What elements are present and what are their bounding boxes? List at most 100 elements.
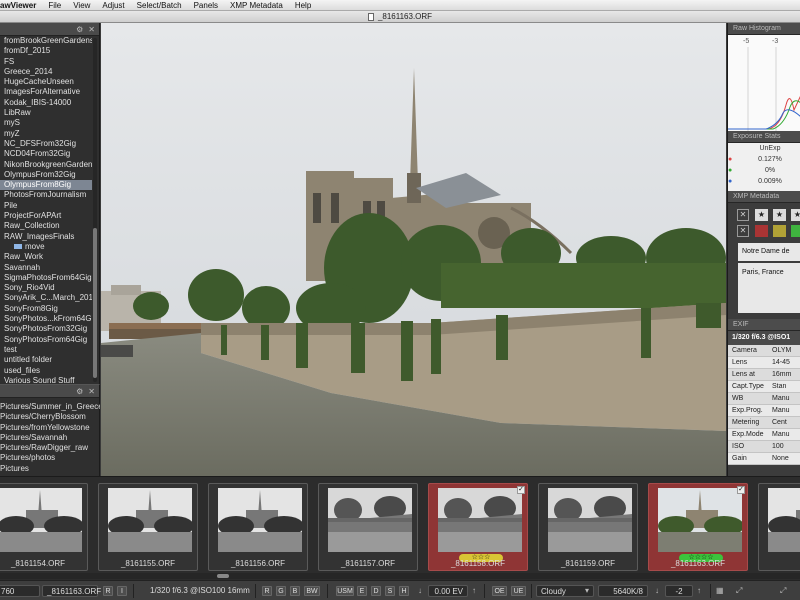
filmstrip-frame[interactable]: _8161159.ORF (538, 483, 638, 571)
recent-folder-item[interactable]: Pictures/fromYellowstone (0, 423, 100, 433)
xmp-title-field[interactable]: Notre Dame de (738, 243, 800, 261)
folder-item[interactable]: OlympusFrom8Gig (0, 180, 92, 191)
menu-file[interactable]: File (42, 1, 67, 10)
star-button[interactable]: ★ (773, 209, 786, 221)
folder-item[interactable]: SonyFrom8Gig (0, 304, 92, 314)
filmstrip-frame[interactable]: _8161156.ORF (208, 483, 308, 571)
underexposure-button[interactable]: UE (511, 586, 526, 596)
folder-scrollbar[interactable] (93, 38, 97, 382)
folder-item[interactable]: fromDf_2015 (0, 46, 92, 56)
folder-item[interactable]: NikonBrookgreenGardens (0, 160, 92, 170)
menu-view[interactable]: View (67, 1, 96, 10)
folder-item[interactable]: RAW_ImagesFinals (0, 232, 92, 242)
folder-item[interactable]: Raw_Collection (0, 221, 92, 231)
folder-item[interactable]: Savannah (0, 263, 92, 273)
menu-xmp-metadata[interactable]: XMP Metadata (224, 1, 289, 10)
tint-field[interactable]: -2 (665, 585, 693, 597)
zoom-icon[interactable]: ⤢ (780, 585, 786, 597)
folder-item[interactable]: myZ (0, 129, 92, 139)
menu-select-batch[interactable]: Select/Batch (131, 1, 188, 10)
folder-item[interactable]: test (0, 345, 92, 355)
folder-item[interactable]: NCD04From32Gig (0, 149, 92, 159)
recent-folder-item[interactable]: Pictures/RawDigger_raw (0, 443, 100, 453)
label-red-button[interactable] (755, 225, 768, 237)
label-green-button[interactable] (791, 225, 800, 237)
mode-s-button[interactable]: S (385, 586, 395, 596)
mode-d-button[interactable]: D (371, 586, 381, 596)
folder-item[interactable]: SigmaPhotosFrom64Gig (0, 273, 92, 283)
folder-item[interactable]: Various Sound Stuff (0, 376, 92, 384)
ev-field[interactable]: 0.00 EV (428, 585, 468, 597)
menu-panels[interactable]: Panels (188, 1, 224, 10)
menu-adjust[interactable]: Adjust (96, 1, 130, 10)
folder-item[interactable]: OlympusFrom32Gig (0, 170, 92, 180)
grid-icon[interactable]: ▦ (716, 585, 724, 597)
temperature-field[interactable]: 5640K/8 (598, 585, 648, 597)
mode-e-button[interactable]: E (357, 586, 367, 596)
channel-bw-button[interactable]: BW (304, 586, 320, 596)
close-icon[interactable]: ✕ (88, 25, 95, 34)
folder-item[interactable]: fromBrookGreenGardens (0, 36, 92, 46)
app-menu[interactable]: awViewer (0, 1, 42, 10)
folder-item[interactable]: HugeCacheUnseen (0, 77, 92, 87)
ev-down-arrow-icon[interactable]: ↓ (418, 585, 422, 597)
folder-item[interactable]: myS (0, 118, 92, 128)
filmstrip-frame[interactable]: _8161155.ORF (98, 483, 198, 571)
filmstrip-frame[interactable]: _8161154.ORF (0, 483, 88, 571)
folder-item[interactable]: Greece_2014 (0, 67, 92, 77)
scrollbar-thumb[interactable] (217, 574, 229, 578)
tint-down-arrow-icon[interactable]: ↓ (655, 585, 659, 597)
reject-button[interactable]: ✕ (737, 209, 749, 221)
folder-item[interactable]: ProjectForAPArt (0, 211, 92, 221)
tint-up-arrow-icon[interactable]: ↑ (697, 585, 701, 597)
clear-label-button[interactable]: ✕ (737, 225, 749, 237)
folder-item[interactable]: SonyPhotosFrom64Gig (0, 335, 92, 345)
folder-item[interactable]: used_files (0, 366, 92, 376)
checkmark-icon[interactable]: ✓ (737, 486, 745, 494)
filmstrip-frame[interactable]: ☆☆☆ ✓ _8161158.ORF (428, 483, 528, 571)
rotate-button[interactable]: R (103, 586, 113, 596)
channel-g-button[interactable]: G (276, 586, 286, 596)
usm-button[interactable]: USM (336, 586, 354, 596)
filmstrip-frame[interactable]: _8161157.ORF (318, 483, 418, 571)
recent-folder-item[interactable]: Pictures (0, 464, 100, 474)
filmstrip-frame[interactable]: ☆☆☆☆ ✓ _8161163.ORF (648, 483, 748, 571)
folder-item[interactable]: LibRaw (0, 108, 92, 118)
folder-item[interactable]: move (0, 242, 92, 252)
overexposure-button[interactable]: OE (492, 586, 507, 596)
scrollbar-thumb[interactable] (93, 228, 97, 378)
filmstrip-scrollbar[interactable] (0, 573, 800, 579)
folder-item[interactable]: SonyPhotos...kFrom64Gig (0, 314, 92, 324)
menu-help[interactable]: Help (289, 1, 317, 10)
folder-item[interactable]: ImagesForAlternative (0, 87, 92, 97)
info-button[interactable]: I (117, 586, 127, 596)
folder-item[interactable]: Raw_Work (0, 252, 92, 262)
folder-item[interactable]: Sony_Rio4Vid (0, 283, 92, 293)
folder-item[interactable]: SonyPhotosFrom32Gig (0, 324, 92, 334)
close-icon[interactable]: ✕ (88, 387, 95, 396)
checkmark-icon[interactable]: ✓ (517, 486, 525, 494)
filmstrip-frame[interactable] (758, 483, 800, 571)
label-yellow-button[interactable] (773, 225, 786, 237)
recent-folder-item[interactable]: Pictures/Savannah (0, 433, 100, 443)
chevron-down-icon[interactable]: ▾ (585, 585, 589, 597)
channel-b-button[interactable]: B (290, 586, 300, 596)
star-button[interactable]: ★ (791, 209, 800, 221)
mode-h-button[interactable]: H (399, 586, 409, 596)
folder-item[interactable]: Kodak_IBIS-14000 (0, 98, 92, 108)
image-viewer[interactable] (101, 23, 726, 476)
gear-icon[interactable]: ⚙ (76, 25, 83, 34)
folder-item[interactable]: SonyArik_C...March_2016 (0, 293, 92, 303)
folder-item[interactable]: untitled folder (0, 355, 92, 365)
channel-r-button[interactable]: R (262, 586, 272, 596)
xmp-location-field[interactable]: Paris, France (738, 263, 800, 313)
folder-item[interactable]: FS (0, 57, 92, 67)
folder-item[interactable]: NC_DFSFrom32Gig (0, 139, 92, 149)
recent-folder-item[interactable]: Pictures/CherryBlossom (0, 412, 100, 422)
folder-item[interactable]: PhotosFromJournalism (0, 190, 92, 200)
gear-icon[interactable]: ⚙ (76, 387, 83, 396)
folder-item[interactable]: Pile (0, 201, 92, 211)
recent-folder-item[interactable]: Pictures/photos (0, 453, 100, 463)
star-button[interactable]: ★ (755, 209, 768, 221)
recent-folder-item[interactable]: Pictures/Summer_in_Greece (0, 402, 100, 412)
